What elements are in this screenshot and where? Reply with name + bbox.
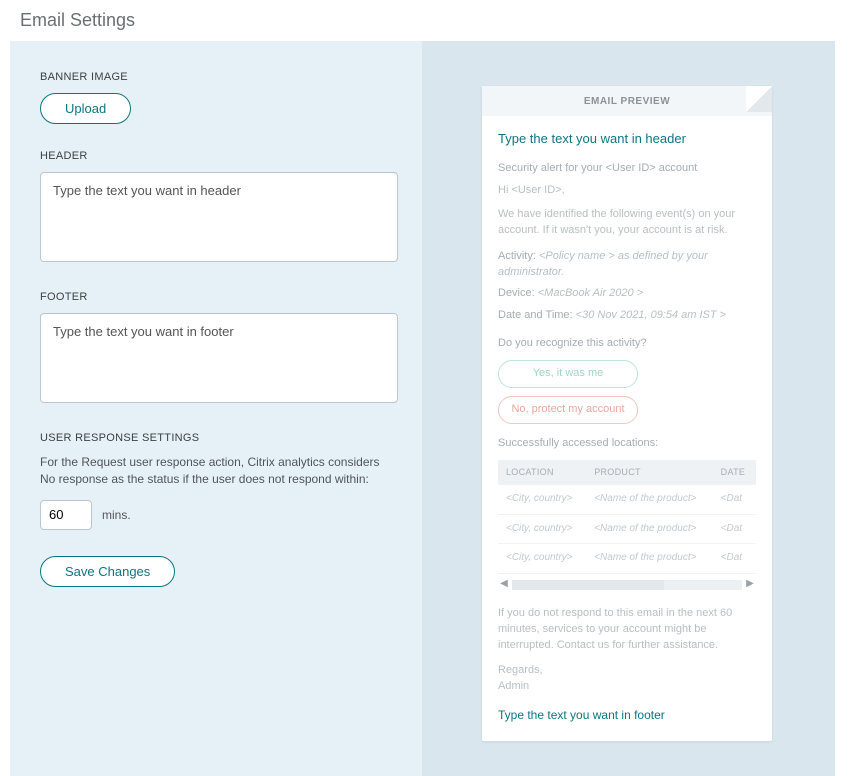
response-row: mins. — [40, 500, 392, 530]
preview-activity: Activity: <Policy name > as defined by y… — [498, 249, 756, 281]
preview-greeting: Hi <User ID>, — [498, 183, 756, 199]
cell-location: <City, country> — [498, 544, 586, 574]
preview-device-label: Device: — [498, 287, 535, 299]
preview-body: Type the text you want in header Securit… — [482, 116, 772, 725]
response-minutes-input[interactable] — [40, 500, 92, 530]
header-section: HEADER — [40, 150, 392, 265]
preview-title: EMAIL PREVIEW — [482, 86, 772, 116]
preview-device-value: <MacBook Air 2020 > — [538, 287, 643, 299]
preview-recognize: Do you recognize this activity? — [498, 336, 756, 352]
preview-intro: We have identified the following event(s… — [498, 207, 756, 239]
table-scrollbar[interactable]: ◀ ▶ — [498, 578, 756, 592]
cell-product: <Name of the product> — [586, 514, 712, 544]
table-header-row: LOCATION PRODUCT DATE — [498, 460, 756, 485]
table-row: <City, country> <Name of the product> <D… — [498, 485, 756, 514]
header-input[interactable] — [40, 172, 398, 262]
scroll-thumb[interactable] — [512, 580, 664, 590]
preview-no-button: No, protect my account — [498, 396, 638, 424]
footer-input[interactable] — [40, 313, 398, 403]
preview-yes-button: Yes, it was me — [498, 360, 638, 388]
settings-panel: BANNER IMAGE Upload HEADER FOOTER USER R… — [10, 41, 422, 776]
header-label: HEADER — [40, 150, 392, 162]
page-title: Email Settings — [0, 0, 849, 41]
response-label: USER RESPONSE SETTINGS — [40, 432, 392, 444]
col-product: PRODUCT — [586, 460, 712, 485]
banner-label: BANNER IMAGE — [40, 71, 392, 83]
preview-datetime: Date and Time: <30 Nov 2021, 09:54 am IS… — [498, 308, 756, 324]
scroll-left-icon[interactable]: ◀ — [498, 578, 510, 592]
preview-device: Device: <MacBook Air 2020 > — [498, 286, 756, 302]
cell-location: <City, country> — [498, 514, 586, 544]
cell-product: <Name of the product> — [586, 544, 712, 574]
response-section: USER RESPONSE SETTINGS For the Request u… — [40, 432, 392, 587]
cell-date: <Dat — [713, 514, 756, 544]
scroll-track[interactable] — [512, 580, 742, 590]
preview-header-text: Type the text you want in header — [498, 130, 756, 149]
response-unit: mins. — [102, 508, 131, 522]
scroll-right-icon[interactable]: ▶ — [744, 578, 756, 592]
banner-section: BANNER IMAGE Upload — [40, 71, 392, 124]
preview-no-respond: If you do not respond to this email in t… — [498, 606, 756, 654]
preview-subject: Security alert for your <User ID> accoun… — [498, 161, 756, 177]
save-button[interactable]: Save Changes — [40, 556, 175, 587]
footer-label: FOOTER — [40, 291, 392, 303]
table-row: <City, country> <Name of the product> <D… — [498, 514, 756, 544]
cell-product: <Name of the product> — [586, 485, 712, 514]
page-fold-icon — [746, 86, 772, 112]
email-preview-card: EMAIL PREVIEW Type the text you want in … — [482, 86, 772, 741]
cell-date: <Dat — [713, 485, 756, 514]
preview-datetime-value: <30 Nov 2021, 09:54 am IST > — [576, 309, 726, 321]
table-row: <City, country> <Name of the product> <D… — [498, 544, 756, 574]
preview-panel: EMAIL PREVIEW Type the text you want in … — [422, 41, 835, 776]
col-date: DATE — [713, 460, 756, 485]
preview-admin: Admin — [498, 679, 756, 695]
preview-activity-label: Activity: — [498, 250, 536, 262]
preview-locations-label: Successfully accessed locations: — [498, 436, 756, 452]
preview-locations-table: LOCATION PRODUCT DATE <City, country> <N… — [498, 460, 756, 574]
preview-regards: Regards, — [498, 663, 756, 679]
footer-section: FOOTER — [40, 291, 392, 406]
preview-datetime-label: Date and Time: — [498, 309, 573, 321]
cell-date: <Dat — [713, 544, 756, 574]
upload-button[interactable]: Upload — [40, 93, 131, 124]
response-description: For the Request user response action, Ci… — [40, 454, 392, 488]
panel-notch-icon — [407, 356, 422, 386]
cell-location: <City, country> — [498, 485, 586, 514]
col-location: LOCATION — [498, 460, 586, 485]
settings-container: BANNER IMAGE Upload HEADER FOOTER USER R… — [10, 41, 835, 776]
preview-footer-text: Type the text you want in footer — [498, 707, 756, 724]
